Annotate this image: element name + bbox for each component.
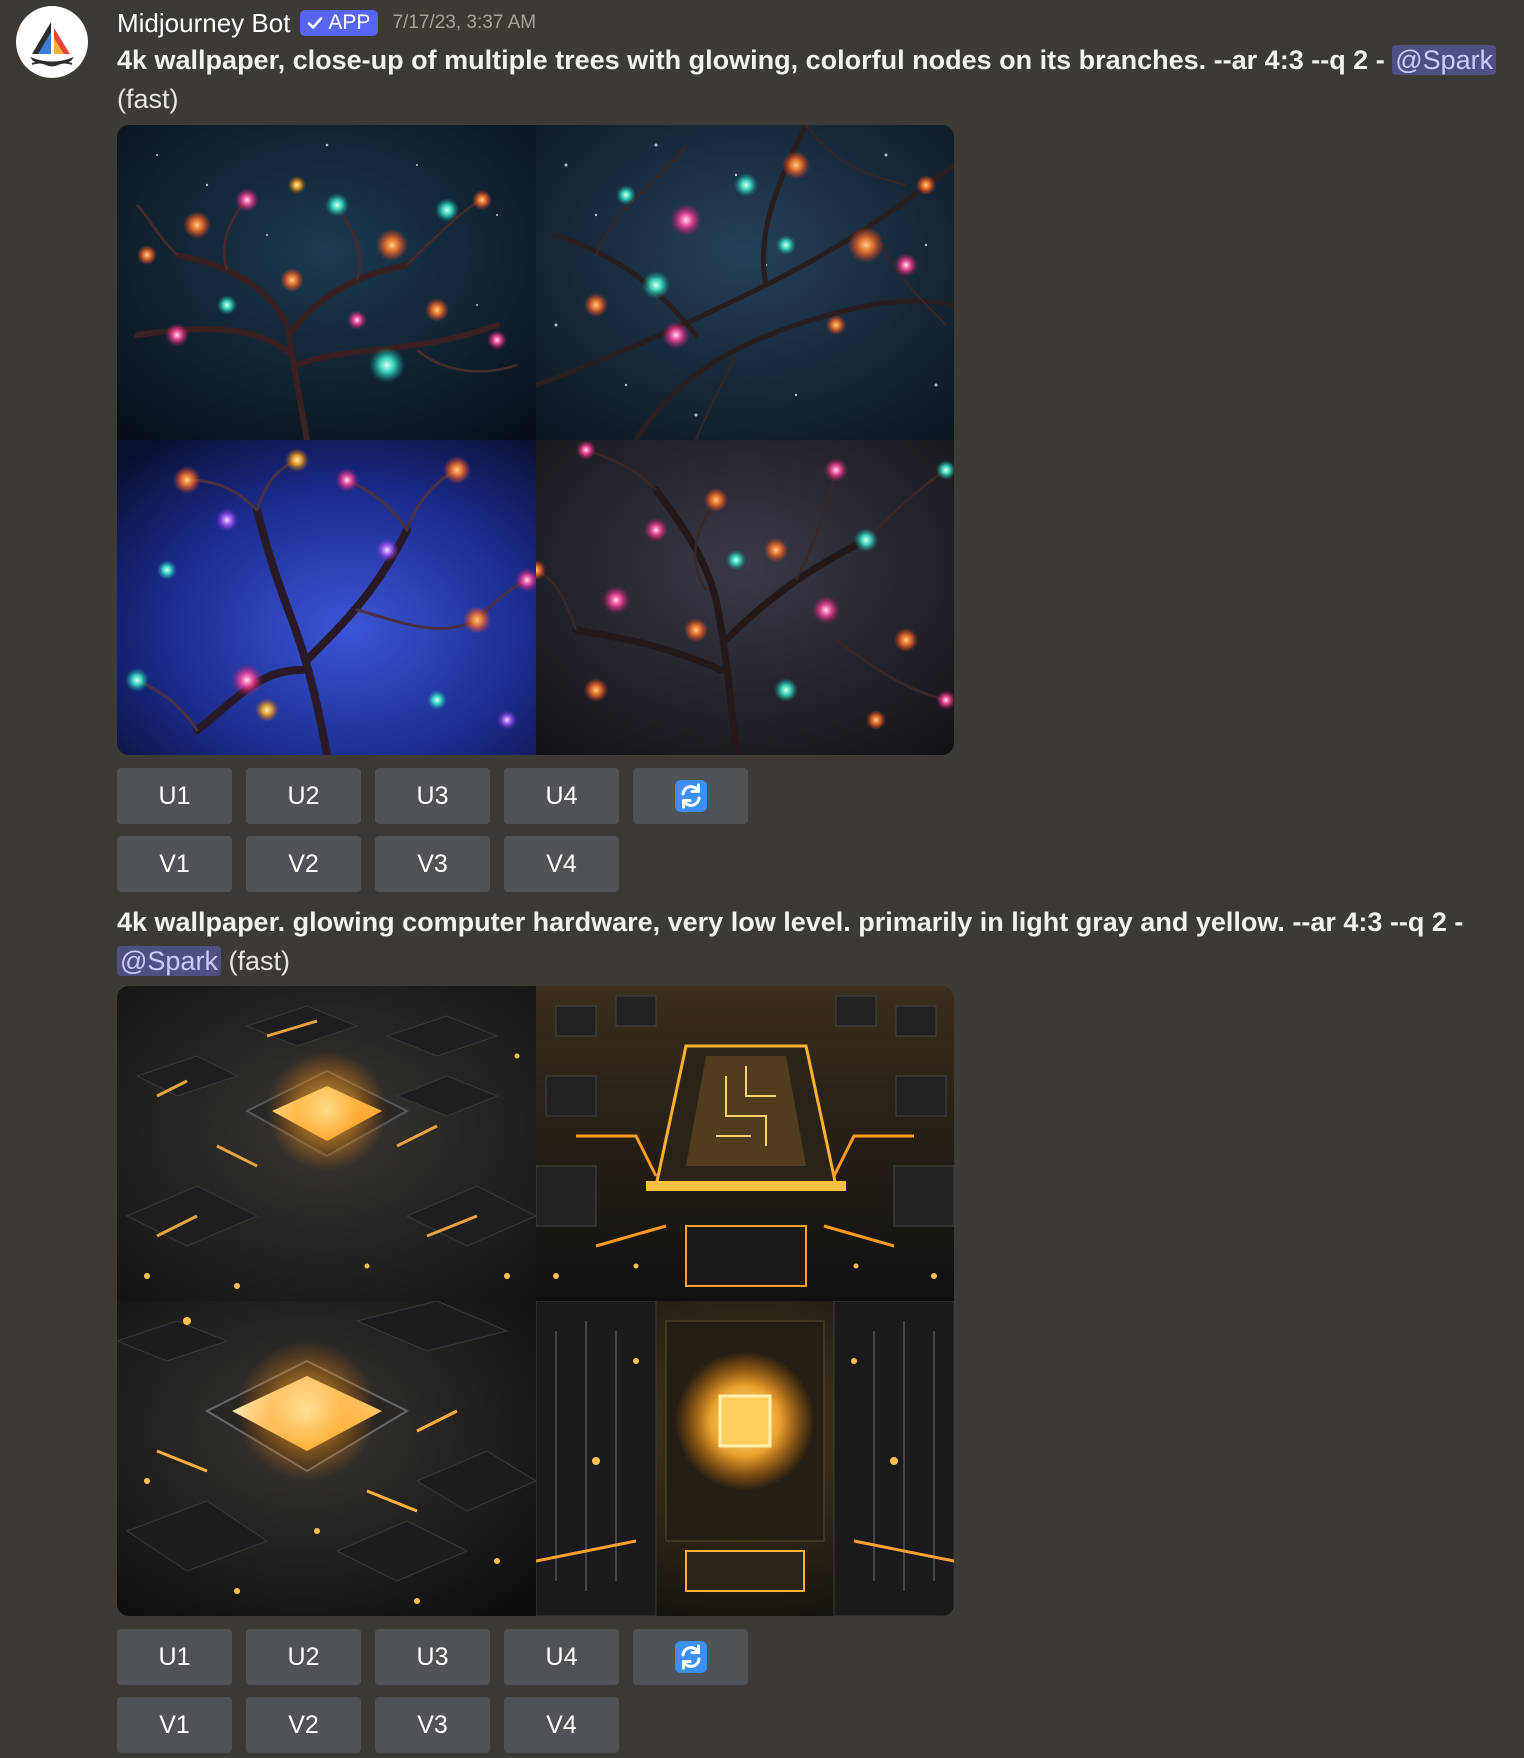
grid-image-1[interactable]: [117, 125, 536, 440]
username[interactable]: Midjourney Bot: [117, 8, 290, 39]
user-mention[interactable]: @Spark: [1392, 45, 1497, 75]
refresh-icon: [674, 780, 707, 812]
grid-image-3[interactable]: [117, 1301, 536, 1616]
prompt-body: 4k wallpaper, close-up of multiple trees…: [117, 45, 1393, 75]
upscale-button-row: U1 U2 U3 U4: [117, 1629, 748, 1685]
variation-button-row: V1 V2 V3 V4: [117, 836, 619, 892]
speed-label: (fast): [228, 946, 290, 976]
variation-button-row: V1 V2 V3 V4: [117, 1697, 619, 1753]
reroll-button[interactable]: [633, 768, 748, 824]
grid-image-1[interactable]: [117, 986, 536, 1301]
upscale-button-u4[interactable]: U4: [504, 1629, 619, 1685]
variation-button-v4[interactable]: V4: [504, 836, 619, 892]
variation-button-v1[interactable]: V1: [117, 1697, 232, 1753]
checkmark-icon: [308, 17, 323, 29]
user-mention[interactable]: @Spark: [117, 946, 221, 976]
grid-image-4[interactable]: [536, 440, 954, 755]
upscale-button-u3[interactable]: U3: [375, 768, 490, 824]
grid-image-2[interactable]: [536, 125, 954, 440]
bot-avatar[interactable]: [16, 6, 88, 78]
upscale-button-u1[interactable]: U1: [117, 1629, 232, 1685]
prompt-speed: (fast): [117, 80, 179, 119]
variation-button-v3[interactable]: V3: [375, 836, 490, 892]
upscale-button-u4[interactable]: U4: [504, 768, 619, 824]
grid-image-4[interactable]: [536, 1301, 954, 1616]
upscale-button-row: U1 U2 U3 U4: [117, 768, 748, 824]
midjourney-sailboat-logo-icon: [30, 22, 74, 67]
upscale-button-u3[interactable]: U3: [375, 1629, 490, 1685]
variation-button-v2[interactable]: V2: [246, 1697, 361, 1753]
variation-button-v2[interactable]: V2: [246, 836, 361, 892]
prompt-text-line2: @Spark (fast): [117, 942, 290, 981]
image-grid[interactable]: [117, 125, 954, 755]
timestamp: 7/17/23, 3:37 AM: [392, 12, 537, 33]
grid-image-3[interactable]: [117, 440, 536, 755]
speed-label: (fast): [117, 84, 179, 114]
prompt-body: 4k wallpaper. glowing computer hardware,…: [117, 907, 1464, 937]
variation-button-v1[interactable]: V1: [117, 836, 232, 892]
app-badge: APP: [300, 10, 379, 36]
grid-image-2[interactable]: [536, 986, 954, 1301]
upscale-button-u2[interactable]: U2: [246, 1629, 361, 1685]
app-badge-label: APP: [328, 11, 371, 34]
message-header: Midjourney Bot APP 7/17/23, 3:37 AM: [117, 6, 536, 40]
prompt-text: 4k wallpaper, close-up of multiple trees…: [117, 41, 1497, 80]
image-grid[interactable]: [117, 986, 954, 1616]
prompt-text: 4k wallpaper. glowing computer hardware,…: [117, 903, 1463, 942]
upscale-button-u1[interactable]: U1: [117, 768, 232, 824]
refresh-icon: [674, 1641, 707, 1673]
upscale-button-u2[interactable]: U2: [246, 768, 361, 824]
reroll-button[interactable]: [633, 1629, 748, 1685]
variation-button-v4[interactable]: V4: [504, 1697, 619, 1753]
variation-button-v3[interactable]: V3: [375, 1697, 490, 1753]
